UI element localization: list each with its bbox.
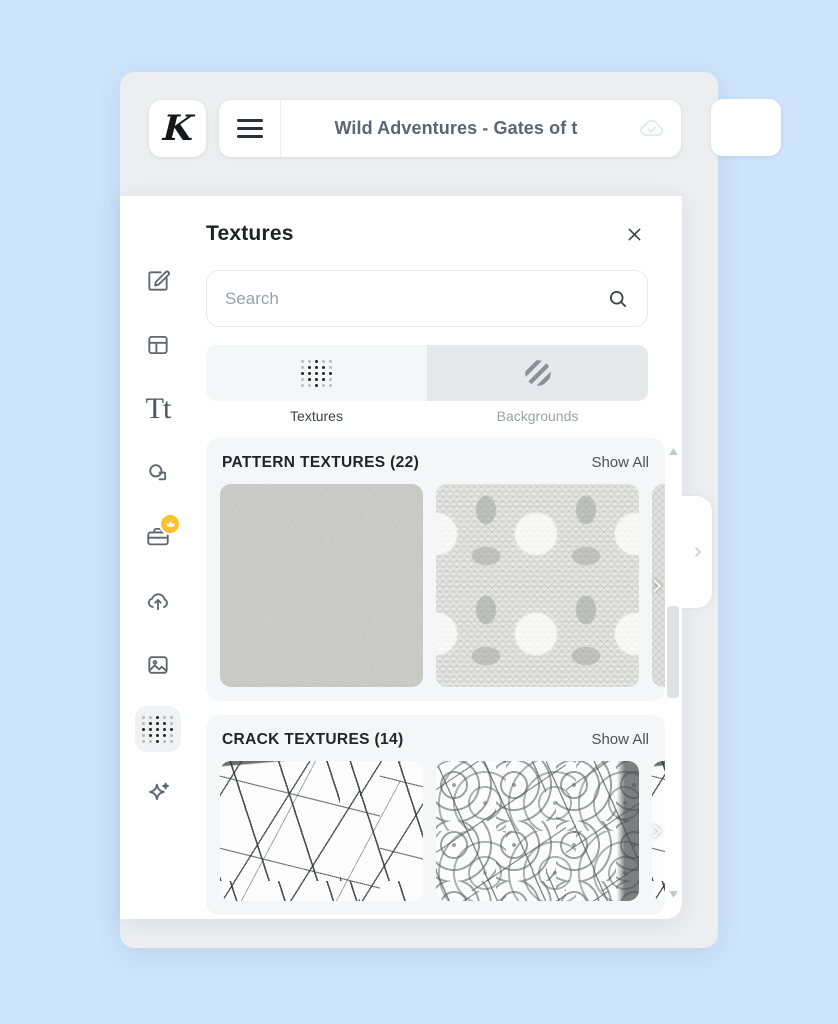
- texture-preview: [220, 761, 423, 901]
- app-topbar: K Wild Adventures - Gates of t: [120, 72, 781, 184]
- dot-grid-icon: [300, 359, 333, 387]
- layout-panels-icon: [145, 332, 171, 358]
- tab-backgrounds-label: Backgrounds: [496, 408, 579, 424]
- tool-sidebar: Tt: [120, 196, 196, 919]
- sidebar-item-brandkit[interactable]: [135, 514, 181, 560]
- sidebar-item-templates[interactable]: [135, 322, 181, 368]
- section-header: PATTERN TEXTURES (22) Show All: [206, 454, 665, 472]
- texture-thumbnail[interactable]: [220, 484, 423, 687]
- sidebar-item-ai[interactable]: [135, 770, 181, 816]
- sidebar-item-design[interactable]: [135, 258, 181, 304]
- texture-preview: [436, 761, 639, 901]
- shapes-icon: [145, 460, 171, 486]
- scrollbar-track[interactable]: [666, 458, 680, 887]
- app-logo-button[interactable]: K: [149, 99, 206, 157]
- diagonal-stripes-icon: [522, 358, 553, 388]
- chevron-right-icon: [691, 542, 704, 562]
- cloud-check-icon: [623, 115, 681, 141]
- show-all-link[interactable]: Show All: [591, 731, 649, 748]
- chevron-right-icon[interactable]: [643, 565, 665, 607]
- texture-thumbnail[interactable]: [436, 761, 639, 901]
- sparkle-icon: [145, 780, 172, 807]
- section-pattern-textures: PATTERN TEXTURES (22) Show All: [206, 438, 665, 701]
- close-icon[interactable]: [620, 220, 648, 248]
- crown-icon: [161, 515, 179, 533]
- panel-scrollbar[interactable]: [666, 444, 680, 901]
- thumbnail-row: [206, 761, 665, 901]
- thumbnail-row: [206, 484, 665, 687]
- page-title: Textures: [206, 222, 294, 245]
- text-tt-icon: Tt: [145, 392, 172, 425]
- triangle-up-icon[interactable]: [666, 444, 680, 458]
- panel-collapse-handle[interactable]: [682, 496, 712, 608]
- sidebar-item-elements[interactable]: [135, 450, 181, 496]
- textures-panel: Textures Search Textures Backgrounds PAT…: [196, 196, 682, 919]
- document-titlebar: Wild Adventures - Gates of t: [219, 99, 681, 157]
- hamburger-menu-icon[interactable]: [219, 99, 281, 157]
- search-icon[interactable]: [607, 288, 629, 310]
- search-input[interactable]: [225, 288, 607, 309]
- tab-textures[interactable]: [206, 345, 427, 401]
- texture-preview: [220, 484, 423, 687]
- texture-sections-scroll[interactable]: PATTERN TEXTURES (22) Show All CRACK TEX…: [206, 438, 665, 919]
- section-title: CRACK TEXTURES (14): [222, 731, 404, 748]
- pencil-square-icon: [145, 268, 171, 294]
- sidebar-item-photos[interactable]: [135, 642, 181, 688]
- category-tab-labels: Textures Backgrounds: [206, 408, 648, 424]
- sidebar-item-text[interactable]: Tt: [135, 386, 181, 432]
- chevron-right-icon[interactable]: [643, 810, 665, 852]
- left-panel-shell: Tt Textures Search Textures Backgrounds …: [120, 196, 712, 919]
- tab-textures-label: Textures: [290, 408, 343, 424]
- show-all-link[interactable]: Show All: [591, 454, 649, 471]
- image-icon: [145, 652, 171, 678]
- dot-grid-icon: [142, 715, 174, 743]
- texture-preview: [436, 484, 639, 687]
- sidebar-item-uploads[interactable]: [135, 578, 181, 624]
- kittl-k-logo-icon: K: [161, 107, 194, 149]
- search-field[interactable]: [206, 270, 648, 327]
- sidebar-item-textures[interactable]: [135, 706, 181, 752]
- section-title: PATTERN TEXTURES (22): [222, 454, 420, 471]
- scrollbar-thumb[interactable]: [667, 606, 679, 698]
- document-title[interactable]: Wild Adventures - Gates of t: [281, 118, 623, 139]
- triangle-down-icon[interactable]: [666, 887, 680, 901]
- section-header: CRACK TEXTURES (14) Show All: [206, 731, 665, 749]
- section-crack-textures: CRACK TEXTURES (14) Show All: [206, 715, 665, 915]
- hamburger-bar: [236, 118, 263, 122]
- cloud-upload-icon: [145, 588, 171, 614]
- topbar-right-button[interactable]: [711, 99, 781, 156]
- texture-thumbnail[interactable]: [436, 484, 639, 687]
- texture-thumbnail[interactable]: [220, 761, 423, 901]
- hamburger-bar: [236, 126, 263, 130]
- category-tabs: [206, 345, 648, 401]
- tab-backgrounds[interactable]: [427, 345, 648, 401]
- panel-header: Textures: [196, 196, 682, 252]
- hamburger-bar: [236, 134, 263, 138]
